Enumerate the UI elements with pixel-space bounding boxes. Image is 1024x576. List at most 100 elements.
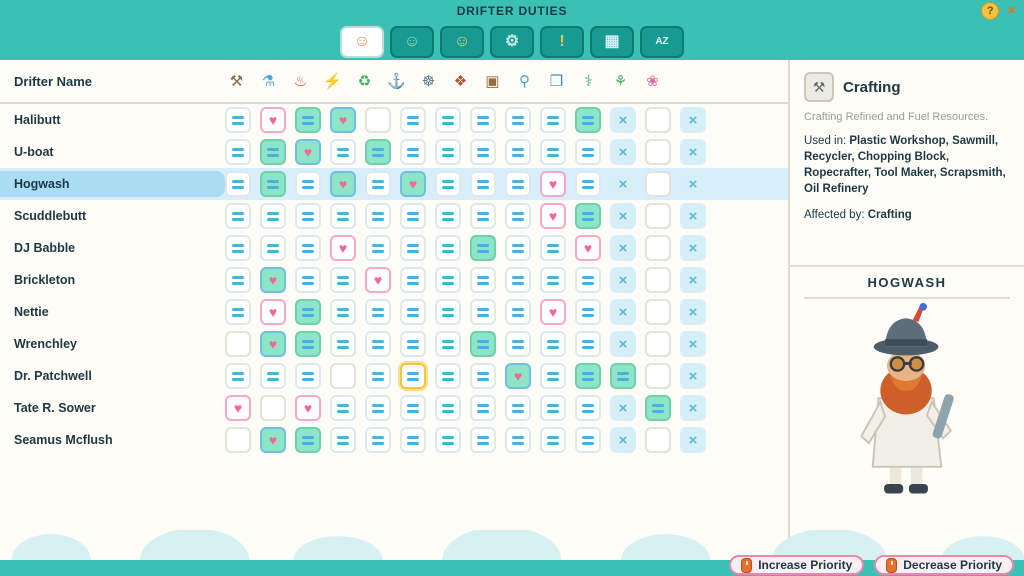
duty-cell-dash[interactable] <box>365 363 391 389</box>
cleaning-bottle-icon[interactable]: ⚗ <box>257 70 280 93</box>
duty-cell-dash[interactable] <box>470 427 496 453</box>
duty-cell-x[interactable]: × <box>610 427 636 453</box>
duty-cell-heartTeal[interactable]: ♥ <box>260 331 286 357</box>
duty-cell-dash[interactable] <box>330 139 356 165</box>
tab-equipment[interactable]: ⚙ <box>490 26 534 58</box>
duty-cell-empty[interactable] <box>645 203 671 229</box>
duty-cell-x[interactable]: × <box>680 203 706 229</box>
duty-cell-dashActive[interactable] <box>400 363 426 389</box>
duty-cell-dash[interactable] <box>400 395 426 421</box>
duty-cell-dash[interactable] <box>540 363 566 389</box>
duty-cell-dash[interactable] <box>505 171 531 197</box>
duty-cell-empty[interactable] <box>645 427 671 453</box>
duty-cell-dash[interactable] <box>540 427 566 453</box>
steering-wheel-icon[interactable]: ☸ <box>417 70 440 93</box>
duty-cell-heartTeal[interactable]: ♥ <box>295 139 321 165</box>
duty-cell-dash[interactable] <box>575 139 601 165</box>
duty-cell-dash[interactable] <box>435 171 461 197</box>
drifter-name[interactable]: Brickleton <box>0 273 225 287</box>
duty-cell-dash[interactable] <box>260 363 286 389</box>
duty-cell-dashTeal[interactable] <box>610 363 636 389</box>
duty-cell-empty[interactable] <box>645 267 671 293</box>
duty-cell-dash[interactable] <box>400 203 426 229</box>
duty-cell-x[interactable]: × <box>610 395 636 421</box>
duty-cell-x[interactable]: × <box>610 107 636 133</box>
duty-cell-dash[interactable] <box>540 107 566 133</box>
duty-cell-x[interactable]: × <box>680 331 706 357</box>
duty-cell-heartTeal[interactable]: ♥ <box>260 267 286 293</box>
duty-cell-dash[interactable] <box>470 395 496 421</box>
duty-cell-dash[interactable] <box>400 331 426 357</box>
duty-cell-dash[interactable] <box>330 267 356 293</box>
duty-cell-dash[interactable] <box>575 171 601 197</box>
duty-cell-dashTeal[interactable] <box>365 139 391 165</box>
duty-cell-heartTeal[interactable]: ♥ <box>505 363 531 389</box>
duty-cell-dash[interactable] <box>365 427 391 453</box>
duty-cell-x[interactable]: × <box>680 427 706 453</box>
duty-cell-heart[interactable]: ♥ <box>575 235 601 261</box>
duty-cell-dash[interactable] <box>435 427 461 453</box>
duty-cell-empty[interactable] <box>225 427 251 453</box>
duty-cell-empty[interactable] <box>645 363 671 389</box>
crafting-hammer-icon[interactable]: ⚒ <box>225 70 248 93</box>
duty-cell-x[interactable]: × <box>610 235 636 261</box>
meat-food-icon[interactable]: ❖ <box>449 70 472 93</box>
drifter-name[interactable]: Dr. Patchwell <box>0 369 225 383</box>
duty-cell-dashTeal[interactable] <box>260 139 286 165</box>
duty-cell-x[interactable]: × <box>610 267 636 293</box>
duty-cell-empty[interactable] <box>365 107 391 133</box>
duty-cell-dash[interactable] <box>295 171 321 197</box>
duty-cell-dash[interactable] <box>435 395 461 421</box>
duty-cell-dash[interactable] <box>400 267 426 293</box>
close-button[interactable]: × <box>1007 3 1016 19</box>
fishing-hook-icon[interactable]: ⚓ <box>385 70 408 93</box>
duty-cell-x[interactable]: × <box>680 171 706 197</box>
drifter-name[interactable]: Nettie <box>0 305 225 319</box>
drifter-name[interactable]: DJ Babble <box>0 241 225 255</box>
drifter-name[interactable]: Tate R. Sower <box>0 401 225 415</box>
research-magnifier-icon[interactable]: ⚲ <box>513 70 536 93</box>
duty-cell-dash[interactable] <box>540 395 566 421</box>
duty-cell-dash[interactable] <box>575 427 601 453</box>
duty-cell-dash[interactable] <box>435 267 461 293</box>
drifter-name[interactable]: Hogwash <box>0 171 225 197</box>
duty-cell-dash[interactable] <box>435 107 461 133</box>
duty-cell-x[interactable]: × <box>610 139 636 165</box>
duty-cell-dash[interactable] <box>295 203 321 229</box>
recycling-icon[interactable]: ♻ <box>353 70 376 93</box>
duty-cell-dash[interactable] <box>505 267 531 293</box>
duty-cell-dash[interactable] <box>470 171 496 197</box>
duty-cell-empty[interactable] <box>260 395 286 421</box>
duty-cell-empty[interactable] <box>330 363 356 389</box>
duty-cell-heart[interactable]: ♥ <box>295 395 321 421</box>
duty-cell-dashTeal[interactable] <box>295 427 321 453</box>
duty-cell-dash[interactable] <box>435 139 461 165</box>
healing-syringe-icon[interactable]: ⚕ <box>577 70 600 93</box>
duty-cell-dash[interactable] <box>505 139 531 165</box>
duty-cell-heart[interactable]: ♥ <box>260 107 286 133</box>
duty-cell-empty[interactable] <box>645 235 671 261</box>
flower-icon[interactable]: ❀ <box>641 70 664 93</box>
duty-cell-heart[interactable]: ♥ <box>365 267 391 293</box>
duty-cell-dash[interactable] <box>330 331 356 357</box>
duty-cell-dash[interactable] <box>365 235 391 261</box>
duty-cell-dash[interactable] <box>365 299 391 325</box>
farming-sprout-icon[interactable]: ⚘ <box>609 70 632 93</box>
duty-cell-x[interactable]: × <box>610 171 636 197</box>
duty-cell-dash[interactable] <box>435 203 461 229</box>
duty-cell-dash[interactable] <box>575 299 601 325</box>
duty-cell-heart[interactable]: ♥ <box>540 203 566 229</box>
increase-priority-button[interactable]: Increase Priority <box>729 555 864 575</box>
duty-cell-dash[interactable] <box>505 395 531 421</box>
duty-cell-dash[interactable] <box>505 203 531 229</box>
tab-schedule[interactable]: ▦ <box>590 26 634 58</box>
drifter-name[interactable]: Halibutt <box>0 113 225 127</box>
duty-cell-dash[interactable] <box>225 235 251 261</box>
drifter-name[interactable]: U-boat <box>0 145 225 159</box>
duty-cell-heart[interactable]: ♥ <box>540 171 566 197</box>
duty-cell-empty[interactable] <box>645 139 671 165</box>
tab-baby-drifters[interactable]: ☺ <box>440 26 484 58</box>
duty-cell-dash[interactable] <box>330 299 356 325</box>
duty-cell-x[interactable]: × <box>610 299 636 325</box>
duty-cell-empty[interactable] <box>645 299 671 325</box>
